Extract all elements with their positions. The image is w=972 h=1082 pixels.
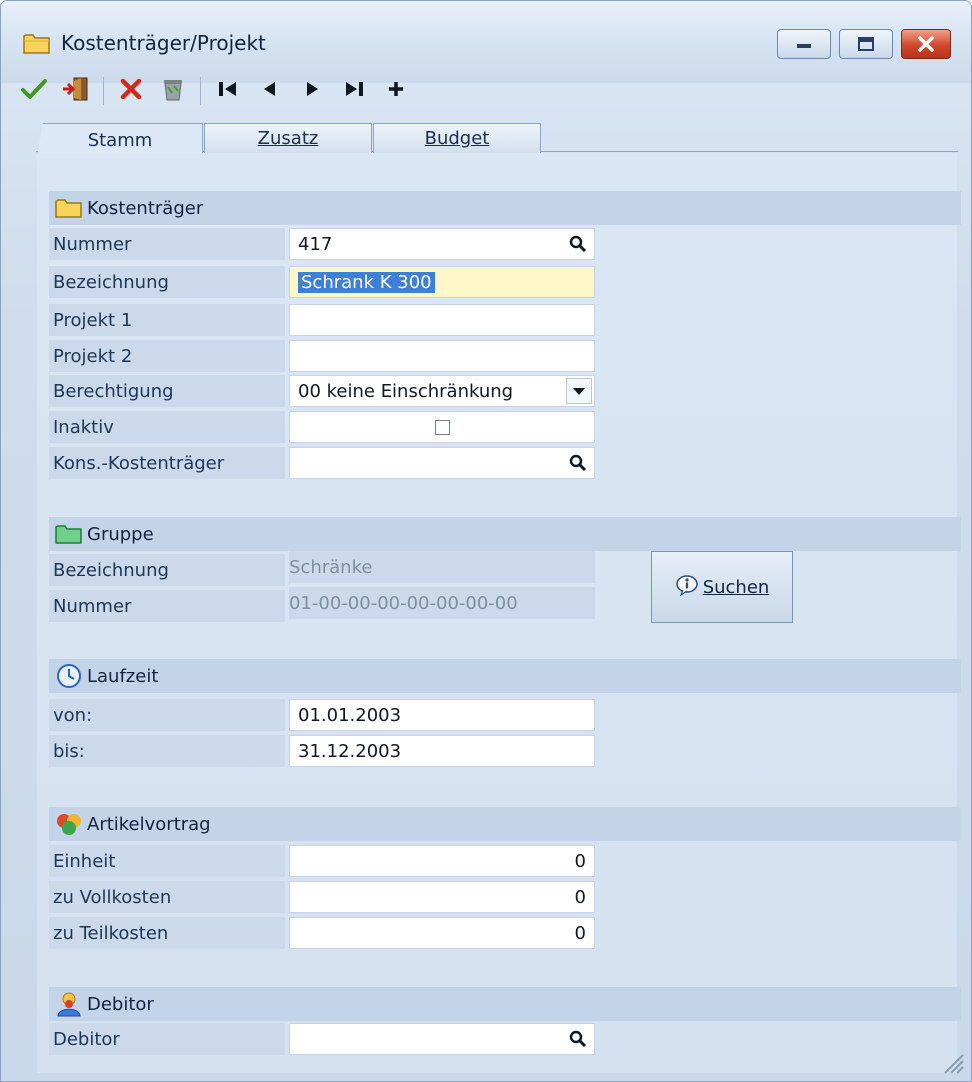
trash-button[interactable]	[156, 73, 190, 109]
section-title: Debitor	[87, 993, 154, 1015]
kons-kostentraeger-label: Kons.-Kostenträger	[49, 447, 285, 479]
delete-button[interactable]	[114, 73, 148, 109]
next-record-icon	[301, 78, 323, 105]
nummer-field[interactable]: 417	[289, 228, 595, 260]
inaktiv-field	[289, 411, 595, 443]
tab-label: Stamm	[87, 130, 153, 151]
nummer-label: Nummer	[49, 228, 285, 260]
next-record-button[interactable]	[295, 73, 329, 109]
kons-kostentraeger-field[interactable]	[289, 447, 595, 479]
add-record-icon	[385, 78, 407, 105]
section-header-debitor: Debitor	[49, 987, 961, 1021]
berechtigung-label: Berechtigung	[49, 375, 285, 407]
suchen-button[interactable]: Suchen	[651, 551, 793, 623]
tab-stamm[interactable]: Stamm	[37, 123, 203, 157]
bezeichnung-value: Schrank K 300	[298, 271, 435, 293]
close-button[interactable]	[901, 29, 951, 59]
colored-balls-icon	[51, 809, 87, 839]
projekt1-label: Projekt 1	[49, 304, 285, 336]
last-record-button[interactable]	[337, 73, 371, 109]
restore-button[interactable]	[839, 29, 893, 59]
bezeichnung-label: Bezeichnung	[49, 266, 285, 298]
first-record-button[interactable]	[211, 73, 245, 109]
teilkosten-field[interactable]: 0	[289, 917, 595, 949]
folder-icon	[23, 31, 51, 55]
clock-icon	[51, 661, 87, 691]
tab-label: Budget	[424, 128, 490, 149]
lookup-magnifier-icon[interactable]	[566, 1027, 590, 1051]
einheit-label: Einheit	[49, 845, 285, 877]
einheit-field[interactable]: 0	[289, 845, 595, 877]
gruppe-bezeichnung-value: Schränke	[289, 551, 595, 583]
trash-bin-icon	[160, 75, 186, 108]
exit-button[interactable]	[59, 73, 93, 109]
von-label: von:	[49, 699, 285, 731]
projekt2-label: Projekt 2	[49, 340, 285, 372]
bis-value: 31.12.2003	[298, 740, 402, 762]
bis-label: bis:	[49, 735, 285, 767]
bis-date-field[interactable]: 31.12.2003	[289, 735, 595, 767]
tab-zusatz[interactable]: Zusatz	[204, 123, 372, 153]
nummer-value: 417	[298, 233, 333, 255]
first-record-icon	[216, 78, 240, 105]
previous-record-icon	[259, 78, 281, 105]
tab-label: Zusatz	[257, 128, 319, 149]
last-record-icon	[342, 78, 366, 105]
projekt1-field[interactable]	[289, 304, 595, 336]
delete-x-icon	[118, 76, 144, 107]
section-header-kostentraeger: Kostenträger	[49, 191, 961, 225]
info-balloon-icon	[675, 574, 699, 601]
section-header-laufzeit: Laufzeit	[49, 659, 961, 693]
minimize-button[interactable]	[777, 29, 831, 59]
teilkosten-value: 0	[574, 922, 586, 944]
inaktiv-checkbox[interactable]	[434, 419, 450, 435]
toolbar	[17, 69, 957, 113]
gruppe-nummer-value: 01-00-00-00-00-00-00-00	[289, 587, 595, 619]
confirm-button[interactable]	[17, 73, 51, 109]
vollkosten-value: 0	[574, 886, 586, 908]
close-icon	[902, 30, 950, 58]
debitor-field[interactable]	[289, 1023, 595, 1055]
von-date-field[interactable]: 01.01.2003	[289, 699, 595, 731]
bezeichnung-field[interactable]: Schrank K 300	[289, 266, 595, 298]
gruppe-nummer-label: Nummer	[49, 590, 285, 622]
von-value: 01.01.2003	[298, 704, 402, 726]
inaktiv-label: Inaktiv	[49, 411, 285, 443]
debitor-label: Debitor	[49, 1023, 285, 1055]
previous-record-button[interactable]	[253, 73, 287, 109]
section-title: Kostenträger	[87, 197, 204, 219]
section-title: Artikelvortrag	[87, 813, 211, 835]
gruppe-bezeichnung-label: Bezeichnung	[49, 554, 285, 586]
vollkosten-field[interactable]: 0	[289, 881, 595, 913]
tab-budget[interactable]: Budget	[373, 123, 541, 153]
green-folder-icon	[51, 519, 87, 549]
window-title: Kostenträger/Projekt	[61, 31, 266, 55]
projekt2-field[interactable]	[289, 340, 595, 372]
add-record-button[interactable]	[379, 73, 413, 109]
teilkosten-label: zu Teilkosten	[49, 917, 285, 949]
lookup-magnifier-icon[interactable]	[566, 451, 590, 475]
minimize-icon	[778, 30, 830, 58]
vollkosten-label: zu Vollkosten	[49, 881, 285, 913]
restore-icon	[840, 30, 892, 58]
section-title: Laufzeit	[87, 665, 159, 687]
exit-door-icon	[61, 75, 91, 108]
person-icon	[51, 989, 87, 1019]
toolbar-separator	[103, 77, 104, 105]
section-header-artikelvortrag: Artikelvortrag	[49, 807, 961, 841]
suchen-label: Suchen	[702, 576, 770, 598]
berechtigung-value: 00 keine Einschränkung	[298, 380, 514, 402]
toolbar-separator	[200, 77, 201, 105]
berechtigung-select[interactable]: 00 keine Einschränkung	[289, 375, 595, 407]
section-header-gruppe: Gruppe	[49, 517, 961, 551]
lookup-magnifier-icon[interactable]	[566, 232, 590, 256]
folder-icon	[51, 193, 87, 223]
main-window: Kostenträger/Projekt Stamm Zusatz Budget…	[0, 0, 972, 1082]
resize-grip-icon[interactable]	[939, 1049, 965, 1075]
chevron-down-icon[interactable]	[566, 378, 592, 404]
section-title: Gruppe	[87, 523, 154, 545]
checkmark-icon	[20, 77, 48, 106]
einheit-value: 0	[574, 850, 586, 872]
